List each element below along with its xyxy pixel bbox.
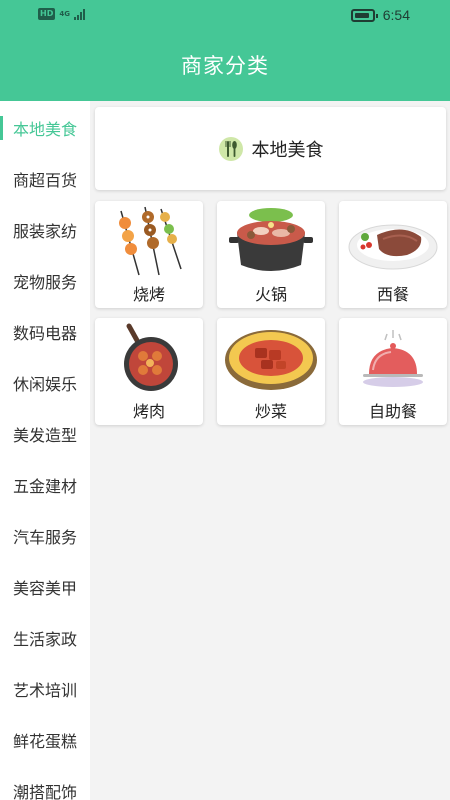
sidebar-item-pet-services[interactable]: 宠物服务	[0, 255, 90, 306]
sidebar-item-label: 生活家政	[12, 629, 77, 649]
hd-badge: HD	[38, 8, 56, 20]
signal-icon	[73, 8, 85, 20]
tile-label: 自助餐	[368, 402, 417, 421]
category-tile-buffet[interactable]: 自助餐	[339, 318, 447, 425]
page-title: 商家分类	[181, 54, 269, 78]
category-tile-hotpot[interactable]: 火锅	[217, 201, 325, 308]
category-tile-grilled-meat[interactable]: 烤肉	[95, 318, 203, 425]
grill-pan-icon	[124, 323, 178, 391]
app-header: HD 4G 6:54 商家分类	[0, 0, 450, 101]
sidebar-item-leisure[interactable]: 休闲娱乐	[0, 357, 90, 408]
sidebar-item-housekeeping[interactable]: 生活家政	[0, 612, 90, 663]
status-left: HD 4G	[38, 8, 85, 20]
category-tile-stir-fry[interactable]: 炒菜	[217, 318, 325, 425]
network-type-label: 4G	[59, 10, 70, 18]
sidebar-item-electronics[interactable]: 数码电器	[0, 306, 90, 357]
sidebar-item-label: 美发造型	[12, 425, 77, 445]
status-right: 6:54	[350, 7, 410, 23]
sidebar-item-label: 鲜花蛋糕	[12, 731, 77, 751]
sidebar-item-hardware[interactable]: 五金建材	[0, 459, 90, 510]
bbq-skewers-icon	[119, 206, 182, 276]
section-header-card: 本地美食	[95, 107, 446, 190]
utensils-logo-icon	[218, 136, 243, 161]
sidebar-item-label: 五金建材	[12, 476, 77, 496]
sidebar-item-label: 本地美食	[12, 119, 77, 139]
tile-label: 炒菜	[254, 402, 287, 421]
category-tile-bbq[interactable]: 烧烤	[95, 201, 203, 308]
status-time: 6:54	[382, 7, 410, 23]
sidebar-item-label: 休闲娱乐	[12, 374, 77, 394]
sidebar-item-label: 美容美甲	[12, 578, 77, 598]
hotpot-icon	[229, 208, 313, 271]
sidebar-item-auto-services[interactable]: 汽车服务	[0, 510, 90, 561]
sidebar-item-supermarket[interactable]: 商超百货	[0, 153, 90, 204]
tile-label: 烤肉	[132, 402, 165, 421]
tile-label: 西餐	[376, 285, 409, 304]
tile-label: 火锅	[254, 285, 287, 304]
status-bar: HD 4G 6:54	[0, 0, 450, 32]
sidebar-item-clothing[interactable]: 服装家纺	[0, 204, 90, 255]
sidebar-item-label: 商超百货	[12, 170, 77, 190]
sidebar-item-local-food[interactable]: 本地美食	[0, 102, 90, 153]
tile-label: 烧烤	[132, 285, 165, 304]
sidebar-item-label: 潮搭配饰	[12, 782, 77, 800]
sidebar-item-label: 宠物服务	[12, 272, 77, 292]
sidebar-item-label: 艺术培训	[12, 680, 77, 700]
sidebar-item-label: 汽车服务	[12, 527, 77, 547]
sidebar-item-art-training[interactable]: 艺术培训	[0, 663, 90, 714]
section-title: 本地美食	[251, 139, 324, 161]
buffet-cloche-icon	[363, 330, 423, 387]
steak-plate-icon	[348, 224, 438, 270]
sidebar-item-accessories[interactable]: 潮搭配饰	[0, 765, 90, 800]
sidebar-item-label: 服装家纺	[12, 221, 77, 241]
sidebar-item-label: 数码电器	[12, 323, 77, 343]
category-sidebar[interactable]: 本地美食 商超百货 服装家纺 宠物服务 数码电器 休闲娱乐 美发造型 五金建材 …	[0, 101, 90, 800]
stir-fry-dish-icon	[225, 330, 317, 390]
sidebar-item-beauty-nails[interactable]: 美容美甲	[0, 561, 90, 612]
battery-icon	[350, 8, 378, 22]
sidebar-item-flowers-cakes[interactable]: 鲜花蛋糕	[0, 714, 90, 765]
category-tile-western[interactable]: 西餐	[339, 201, 447, 308]
sidebar-item-hair-styling[interactable]: 美发造型	[0, 408, 90, 459]
